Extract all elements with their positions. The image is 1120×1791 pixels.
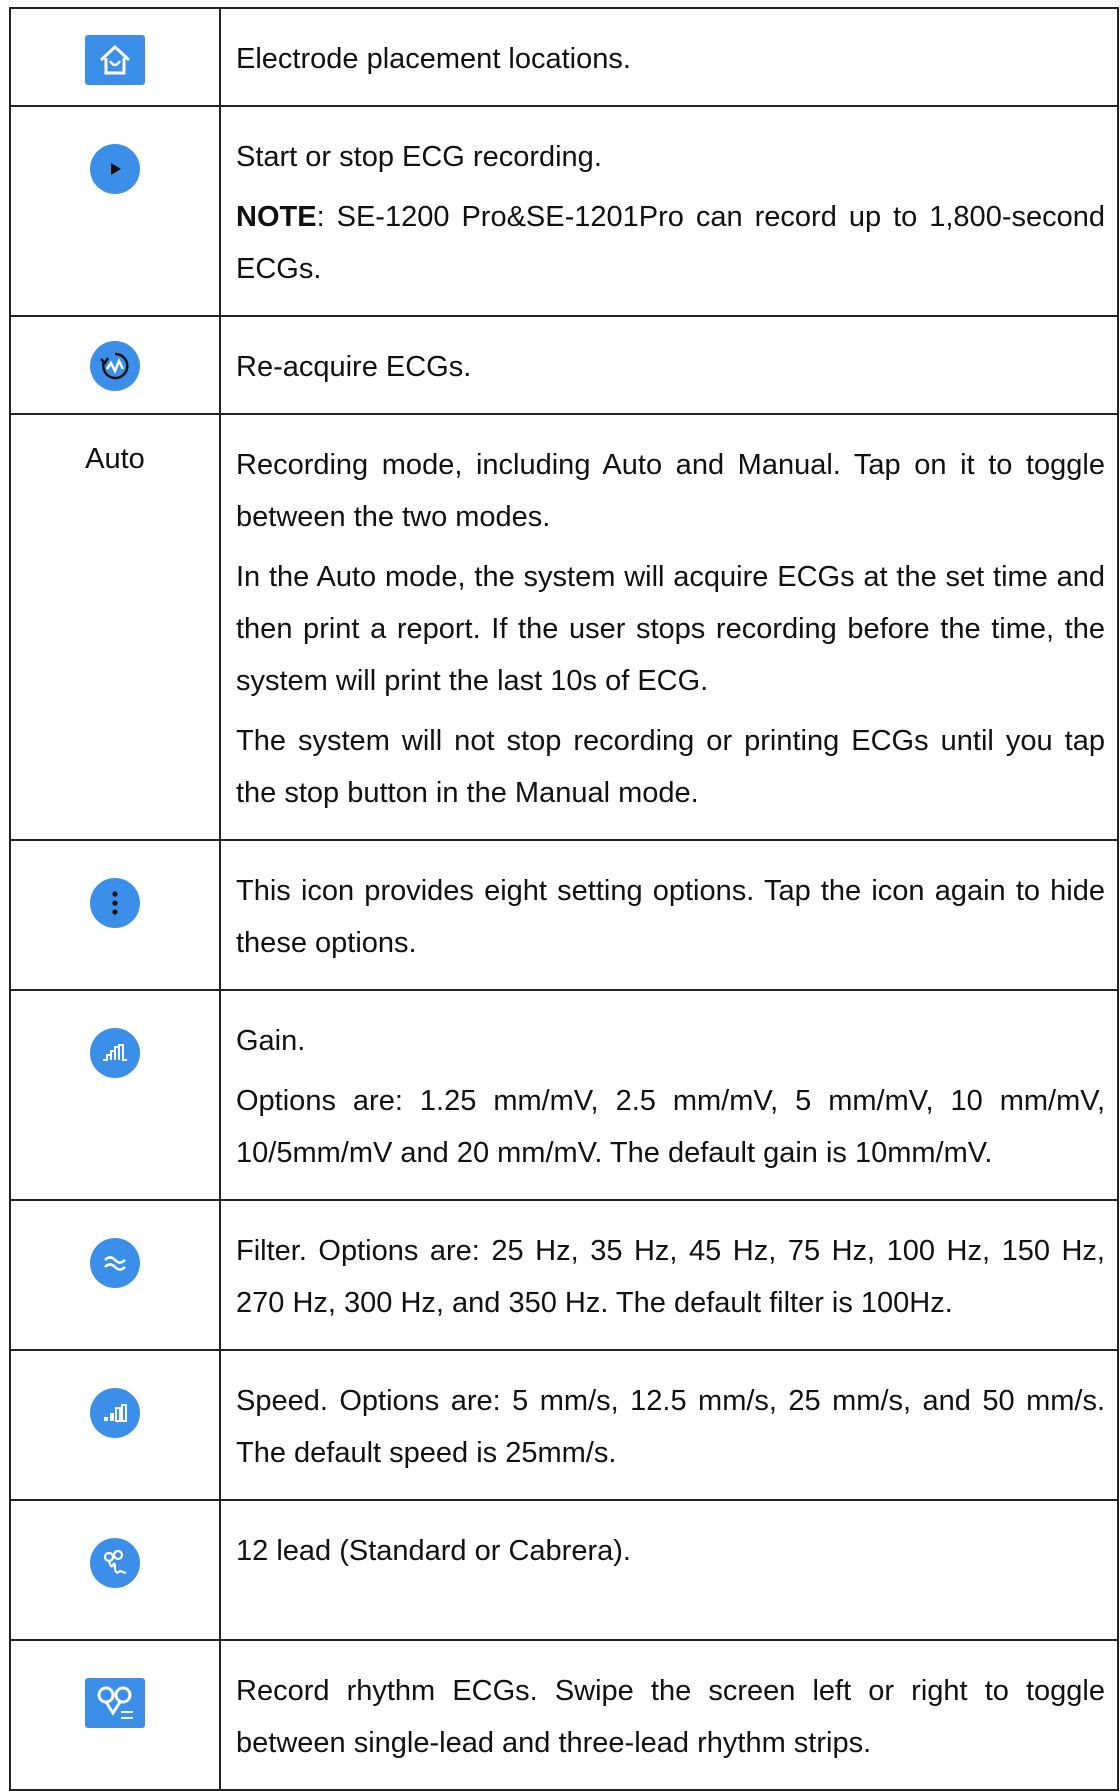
description-text: The system will not stop recording or pr… xyxy=(236,725,1105,809)
icon-description-table: Electrode placement locations. Start or … xyxy=(9,7,1119,1791)
description-text: Re-acquire ECGs. xyxy=(236,351,472,383)
description-text: Gain. xyxy=(236,1025,306,1057)
table-row: Start or stop ECG recording. NOTE: SE-12… xyxy=(9,105,1119,317)
description-cell: Recording mode, including Auto and Manua… xyxy=(219,413,1119,841)
icon-cell xyxy=(9,1349,221,1501)
icon-cell xyxy=(9,1499,221,1641)
speed-icon[interactable] xyxy=(90,1388,140,1438)
description-text: Filter. Options are: 25 Hz, 35 Hz, 45 Hz… xyxy=(236,1235,1105,1319)
description-cell: Record rhythm ECGs. Swipe the screen lef… xyxy=(219,1639,1119,1791)
icon-cell xyxy=(9,839,221,991)
description-text: Start or stop ECG recording. xyxy=(236,141,602,173)
description-text: In the Auto mode, the system will acquir… xyxy=(236,561,1105,697)
more-options-icon[interactable] xyxy=(90,878,140,928)
lead-icon[interactable] xyxy=(90,1538,140,1588)
note-body: : SE-1200 Pro&SE-1201Pro can record up t… xyxy=(236,201,1105,285)
table-row: This icon provides eight setting options… xyxy=(9,839,1119,991)
description-text: 12 lead (Standard or Cabrera). xyxy=(236,1535,631,1567)
description-cell: 12 lead (Standard or Cabrera). xyxy=(219,1499,1119,1641)
icon-cell xyxy=(9,989,221,1201)
description-cell: Gain. Options are: 1.25 mm/mV, 2.5 mm/mV… xyxy=(219,989,1119,1201)
play-icon[interactable] xyxy=(90,144,140,194)
note-label: NOTE xyxy=(236,201,317,233)
gain-icon[interactable] xyxy=(90,1028,140,1078)
description-cell: Start or stop ECG recording. NOTE: SE-12… xyxy=(219,105,1119,317)
description-cell: Electrode placement locations. xyxy=(219,7,1119,107)
icon-cell xyxy=(9,1639,221,1791)
table-row: Speed. Options are: 5 mm/s, 12.5 mm/s, 2… xyxy=(9,1349,1119,1501)
table-row: Auto Recording mode, including Auto and … xyxy=(9,413,1119,841)
reacquire-icon[interactable] xyxy=(90,341,140,391)
table-row: Electrode placement locations. xyxy=(9,7,1119,107)
description-text: Recording mode, including Auto and Manua… xyxy=(236,449,1105,533)
filter-icon[interactable] xyxy=(90,1238,140,1288)
description-cell: Filter. Options are: 25 Hz, 35 Hz, 45 Hz… xyxy=(219,1199,1119,1351)
icon-cell xyxy=(9,315,221,415)
description-cell: Speed. Options are: 5 mm/s, 12.5 mm/s, 2… xyxy=(219,1349,1119,1501)
description-text: Speed. Options are: 5 mm/s, 12.5 mm/s, 2… xyxy=(236,1385,1105,1469)
table-row: Re-acquire ECGs. xyxy=(9,315,1119,415)
table-row: Filter. Options are: 25 Hz, 35 Hz, 45 Hz… xyxy=(9,1199,1119,1351)
table-row: Gain. Options are: 1.25 mm/mV, 2.5 mm/mV… xyxy=(9,989,1119,1201)
description-text: Electrode placement locations. xyxy=(236,43,631,75)
note-text: NOTE: SE-1200 Pro&SE-1201Pro can record … xyxy=(236,191,1105,295)
rhythm-icon[interactable] xyxy=(85,1678,145,1728)
icon-cell: Auto xyxy=(9,413,221,841)
icon-cell xyxy=(9,105,221,317)
description-text: Record rhythm ECGs. Swipe the screen lef… xyxy=(236,1675,1105,1759)
description-text: This icon provides eight setting options… xyxy=(236,875,1105,959)
icon-cell xyxy=(9,1199,221,1351)
description-cell: Re-acquire ECGs. xyxy=(219,315,1119,415)
recording-mode-toggle[interactable]: Auto xyxy=(11,415,219,476)
house-icon[interactable] xyxy=(85,35,145,85)
description-text: Options are: 1.25 mm/mV, 2.5 mm/mV, 5 mm… xyxy=(236,1085,1105,1169)
description-cell: This icon provides eight setting options… xyxy=(219,839,1119,991)
icon-cell xyxy=(9,7,221,107)
table-row: Record rhythm ECGs. Swipe the screen lef… xyxy=(9,1639,1119,1791)
table-row: 12 lead (Standard or Cabrera). xyxy=(9,1499,1119,1641)
